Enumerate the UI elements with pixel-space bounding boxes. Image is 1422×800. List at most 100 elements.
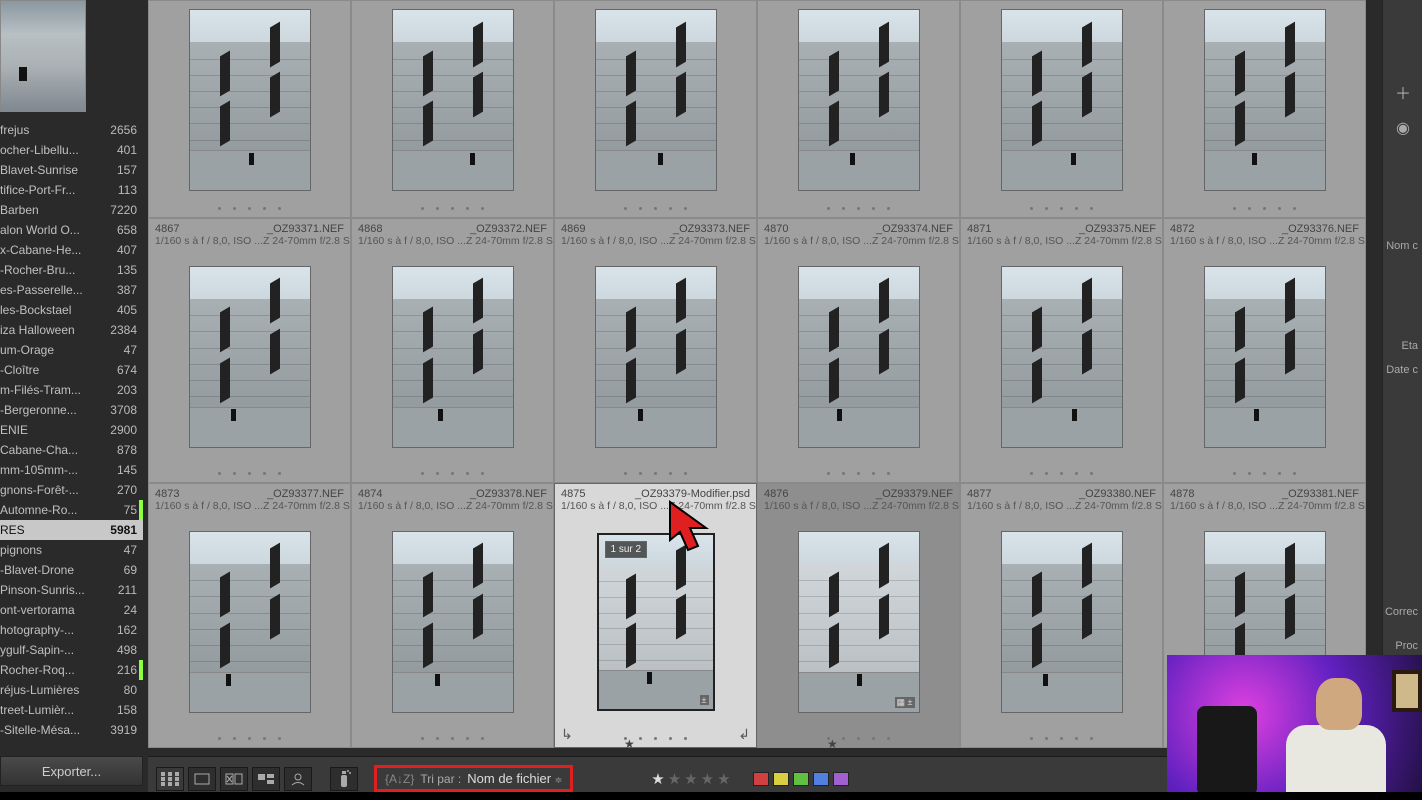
grid-cell[interactable]: 4870_OZ93374.NEF1/160 s à f / 8,0, ISO .…	[757, 218, 960, 483]
folder-row[interactable]: -Sitelle-Mésa...3919	[0, 720, 143, 740]
grid-cell[interactable]: 4877_OZ93380.NEF1/160 s à f / 8,0, ISO .…	[960, 483, 1163, 748]
thumbnail-image	[1001, 531, 1123, 713]
star-1[interactable]: ★	[651, 770, 664, 788]
grid-cell[interactable]: 4868_OZ93372.NEF1/160 s à f / 8,0, ISO .…	[351, 218, 554, 483]
folder-row[interactable]: Automne-Ro...75	[0, 500, 143, 520]
folder-row[interactable]: Pinson-Sunris...211	[0, 580, 143, 600]
photo-index: 4875	[561, 488, 585, 500]
folder-row[interactable]: -Blavet-Drone69	[0, 560, 143, 580]
spray-tool-button[interactable]	[330, 767, 358, 791]
grid-cell[interactable]	[960, 0, 1163, 218]
grid-cell[interactable]	[757, 0, 960, 218]
thumbnail-image	[595, 266, 717, 448]
folder-row[interactable]: hotography-...162	[0, 620, 143, 640]
folder-row[interactable]: pignons47	[0, 540, 143, 560]
star-4[interactable]: ★	[701, 770, 714, 788]
people-view-button[interactable]	[284, 767, 312, 791]
folder-row[interactable]: treet-Lumièr...158	[0, 700, 143, 720]
grid-cell[interactable]	[351, 0, 554, 218]
grid-cell[interactable]	[148, 0, 351, 218]
folder-row[interactable]: ygulf-Sapin-...498	[0, 640, 143, 660]
photo-filename: _OZ93377.NEF	[267, 488, 344, 500]
folder-row[interactable]: ENIE2900	[0, 420, 143, 440]
folder-count: 2656	[104, 123, 137, 137]
navigator-thumbnail[interactable]	[0, 0, 86, 112]
stack-expand-icon[interactable]: ↲	[738, 726, 750, 743]
folder-row[interactable]: ocher-Libellu...401	[0, 140, 143, 160]
grid-view-button[interactable]	[156, 767, 184, 791]
folder-row[interactable]: iza Halloween2384	[0, 320, 143, 340]
grid-cell[interactable]: 4874_OZ93378.NEF1/160 s à f / 8,0, ISO .…	[351, 483, 554, 748]
grid-cell[interactable]: 4875_OZ93379-Modifier.psd1/160 s à f / 8…	[554, 483, 757, 748]
color-label-swatch[interactable]	[753, 772, 769, 786]
grid-cell[interactable]: 4876_OZ93379.NEF1/160 s à f / 8,0, ISO .…	[757, 483, 960, 748]
folder-row[interactable]: alon World O...658	[0, 220, 143, 240]
folder-row[interactable]: les-Bockstael405	[0, 300, 143, 320]
grid-cell[interactable]	[554, 0, 757, 218]
star-3[interactable]: ★	[684, 770, 697, 788]
grid-cell[interactable]: 4867_OZ93371.NEF1/160 s à f / 8,0, ISO .…	[148, 218, 351, 483]
sort-control[interactable]: {A↓Z} Tri par : Nom de fichier ≑	[374, 765, 573, 792]
folder-row[interactable]: gnons-Forêt-...270	[0, 480, 143, 500]
folder-name: Automne-Ro...	[0, 503, 118, 517]
folder-count: 2384	[104, 323, 137, 337]
grid-cell[interactable]: 4872_OZ93376.NEF1/160 s à f / 8,0, ISO .…	[1163, 218, 1366, 483]
sort-field-dropdown[interactable]: Nom de fichier ≑	[467, 771, 562, 786]
folder-row[interactable]: m-Filés-Tram...203	[0, 380, 143, 400]
color-label-swatch[interactable]	[793, 772, 809, 786]
folder-name: -Sitelle-Mésa...	[0, 723, 104, 737]
folder-count: 24	[118, 603, 137, 617]
add-button[interactable]: ＋	[1383, 74, 1422, 110]
folder-count: 216	[111, 663, 137, 677]
folder-count: 47	[118, 543, 137, 557]
survey-view-button[interactable]	[252, 767, 280, 791]
folder-count: 75	[118, 503, 137, 517]
folder-row[interactable]: Rocher-Roq...216	[0, 660, 143, 680]
folder-name: pignons	[0, 543, 118, 557]
folder-count: 401	[111, 143, 137, 157]
grid-area: 4867_OZ93371.NEF1/160 s à f / 8,0, ISO .…	[148, 0, 1382, 750]
color-label-swatch[interactable]	[773, 772, 789, 786]
folder-row[interactable]: mm-105mm-...145	[0, 460, 143, 480]
grid-cell[interactable]: 4871_OZ93375.NEF1/160 s à f / 8,0, ISO .…	[960, 218, 1163, 483]
folder-row[interactable]: -Cloître674	[0, 360, 143, 380]
folder-row[interactable]: Cabane-Cha...878	[0, 440, 143, 460]
photo-index: 4870	[764, 223, 788, 235]
folder-row[interactable]: -Bergeronne...3708	[0, 400, 143, 420]
photo-filename: _OZ93379-Modifier.psd	[635, 488, 750, 500]
folder-count: 157	[111, 163, 137, 177]
visibility-button[interactable]: ◉	[1383, 110, 1422, 146]
stack-badge[interactable]: 1 sur 2	[605, 541, 648, 558]
grid-cell[interactable]: 4873_OZ93377.NEF1/160 s à f / 8,0, ISO .…	[148, 483, 351, 748]
folder-row[interactable]: -Rocher-Bru...135	[0, 260, 143, 280]
folder-row[interactable]: réjus-Lumières80	[0, 680, 143, 700]
color-label-swatch[interactable]	[813, 772, 829, 786]
folder-count: 158	[111, 703, 137, 717]
star-5[interactable]: ★	[717, 770, 730, 788]
folder-row[interactable]: es-Passerelle...387	[0, 280, 143, 300]
folder-row[interactable]: um-Orage47	[0, 340, 143, 360]
folder-row[interactable]: frejus2656	[0, 120, 143, 140]
folder-name: m-Filés-Tram...	[0, 383, 111, 397]
star-2[interactable]: ★	[668, 770, 681, 788]
grid-cell[interactable]	[1163, 0, 1366, 218]
compare-view-button[interactable]	[220, 767, 248, 791]
webcam-overlay	[1167, 655, 1422, 800]
photo-index: 4869	[561, 223, 585, 235]
color-label-swatch[interactable]	[833, 772, 849, 786]
thumbnail-grid: 4867_OZ93371.NEF1/160 s à f / 8,0, ISO .…	[148, 0, 1382, 748]
folder-row[interactable]: RES5981	[0, 520, 143, 540]
loupe-view-button[interactable]	[188, 767, 216, 791]
photo-metadata: 1/160 s à f / 8,0, ISO ...Z 24-70mm f/2.…	[352, 500, 553, 514]
folder-row[interactable]: Barben7220	[0, 200, 143, 220]
folder-count: 405	[111, 303, 137, 317]
folder-row[interactable]: ont-vertorama24	[0, 600, 143, 620]
export-button[interactable]: Exporter...	[0, 756, 143, 786]
sort-direction-icon[interactable]: {A↓Z}	[385, 772, 414, 786]
rating-filter[interactable]: ★ ★ ★ ★ ★	[651, 770, 730, 788]
folder-row[interactable]: tifice-Port-Fr...113	[0, 180, 143, 200]
folder-row[interactable]: Blavet-Sunrise157	[0, 160, 143, 180]
stack-collapse-icon[interactable]: ↳	[561, 726, 573, 743]
grid-cell[interactable]: 4869_OZ93373.NEF1/160 s à f / 8,0, ISO .…	[554, 218, 757, 483]
folder-row[interactable]: x-Cabane-He...407	[0, 240, 143, 260]
